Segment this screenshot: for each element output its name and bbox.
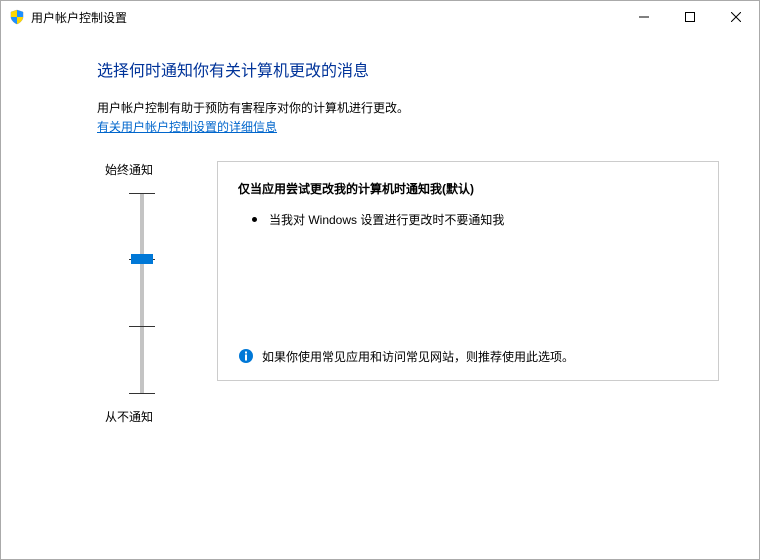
window-controls	[621, 1, 759, 33]
page-heading: 选择何时通知你有关计算机更改的消息	[97, 57, 719, 81]
help-link[interactable]: 有关用户帐户控制设置的详细信息	[97, 120, 277, 134]
content-area: 选择何时通知你有关计算机更改的消息 用户帐户控制有助于预防有害程序对你的计算机进…	[1, 33, 759, 425]
slider-tick	[129, 326, 155, 327]
slider-tick	[129, 393, 155, 394]
uac-slider[interactable]	[117, 188, 167, 398]
level-title: 仅当应用尝试更改我的计算机时通知我(默认)	[238, 180, 698, 197]
slider-bottom-label: 从不通知	[97, 408, 153, 425]
slider-area: 始终通知 从不通知 仅当应用尝试更改我的计算机时通知我(默认) 当我对 Wind…	[97, 161, 719, 425]
shield-icon	[9, 9, 25, 25]
slider-tick	[129, 193, 155, 194]
slider-rail	[141, 193, 144, 393]
minimize-button[interactable]	[621, 1, 667, 33]
slider-thumb[interactable]	[131, 254, 153, 264]
recommendation-row: 如果你使用常见应用和访问常见网站，则推荐使用此选项。	[238, 348, 698, 366]
bullet-icon	[252, 217, 257, 222]
slider-column: 始终通知 从不通知	[97, 161, 187, 425]
close-button[interactable]	[713, 1, 759, 33]
info-panel: 仅当应用尝试更改我的计算机时通知我(默认) 当我对 Windows 设置进行更改…	[217, 161, 719, 381]
page-description: 用户帐户控制有助于预防有害程序对你的计算机进行更改。	[97, 99, 719, 116]
level-bullet-text: 当我对 Windows 设置进行更改时不要通知我	[269, 211, 504, 228]
recommendation-text: 如果你使用常见应用和访问常见网站，则推荐使用此选项。	[262, 348, 574, 366]
info-icon	[238, 348, 254, 364]
level-bullet-row: 当我对 Windows 设置进行更改时不要通知我	[252, 211, 698, 228]
titlebar: 用户帐户控制设置	[1, 1, 759, 33]
window-title: 用户帐户控制设置	[31, 9, 127, 26]
maximize-button[interactable]	[667, 1, 713, 33]
slider-top-label: 始终通知	[97, 161, 153, 178]
